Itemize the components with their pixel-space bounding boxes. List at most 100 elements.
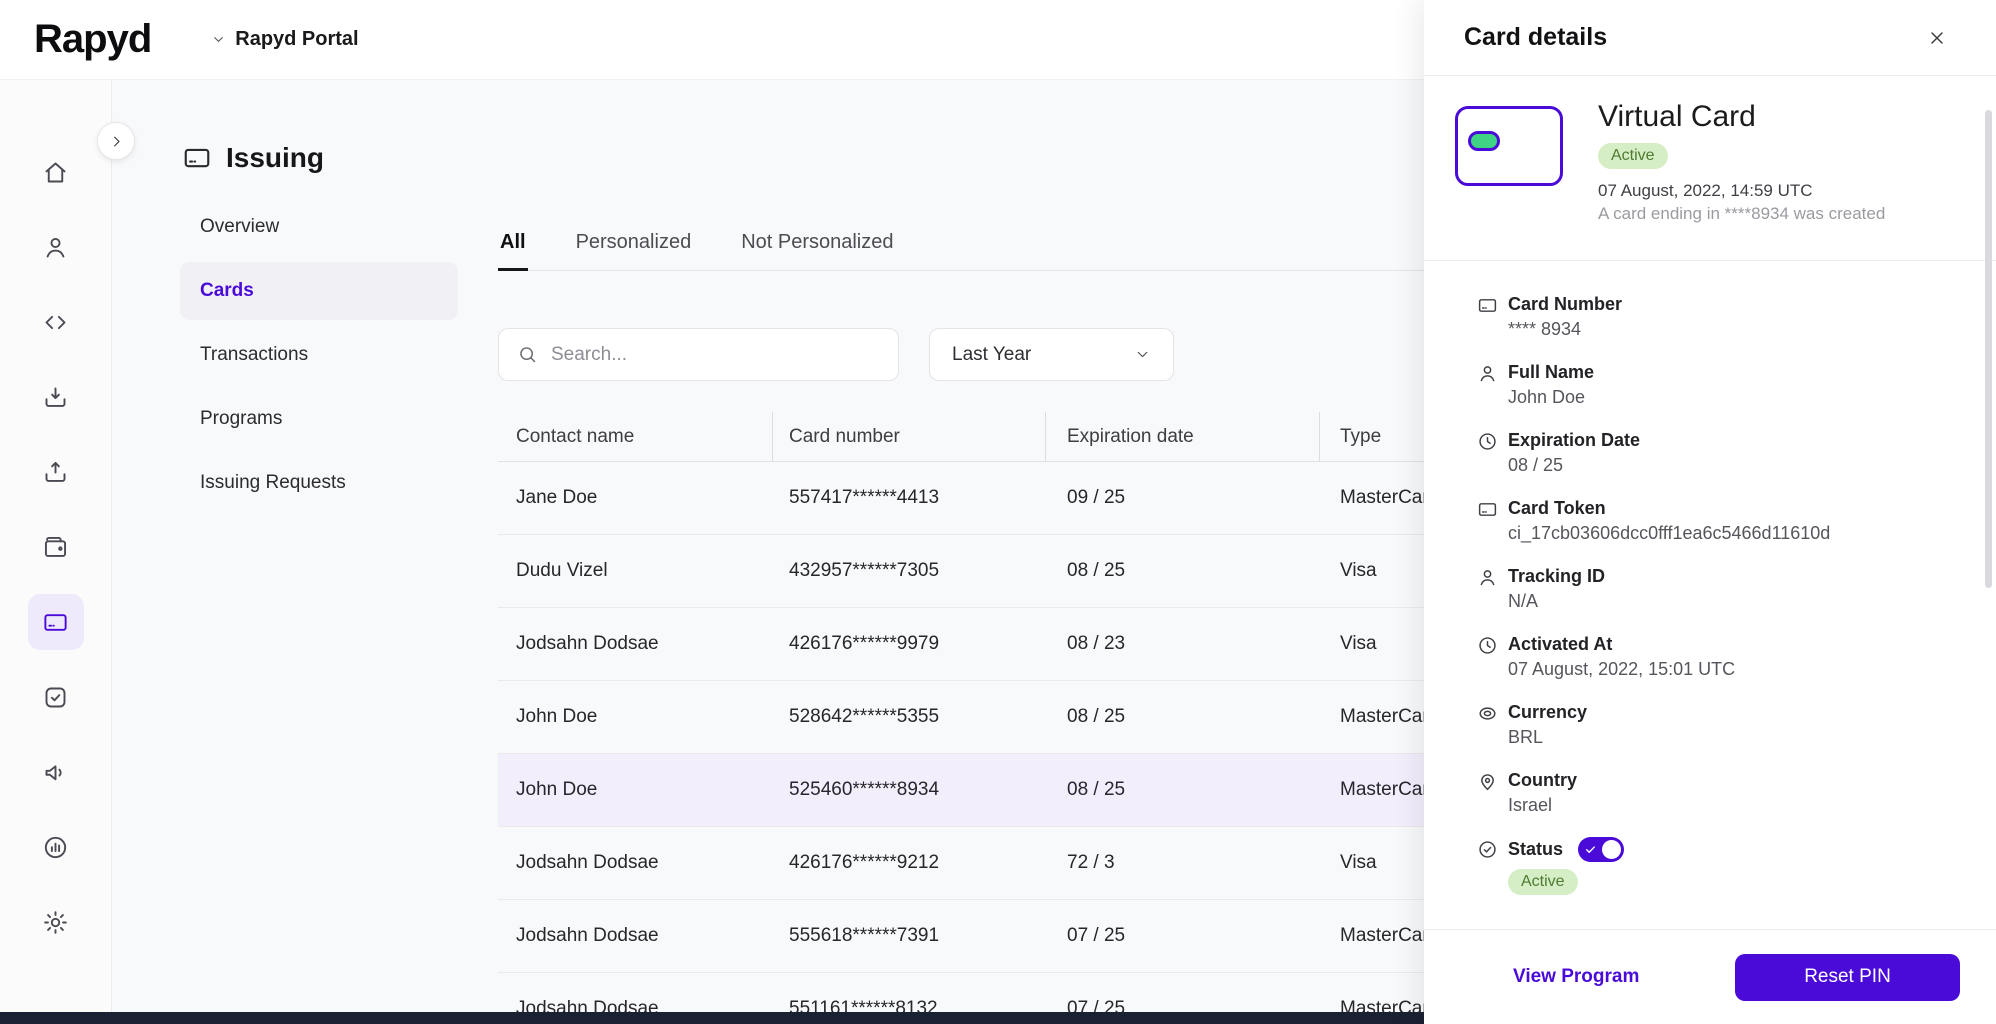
card-chip xyxy=(1468,131,1500,151)
cell-contact-name: John Doe xyxy=(516,706,598,727)
chevron-down-icon xyxy=(1137,351,1148,358)
search-icon xyxy=(520,347,536,363)
main-content: Issuing Overview Cards Transactions Prog… xyxy=(112,80,1424,1024)
tab-not-personalized[interactable]: Not Personalized xyxy=(739,214,895,270)
user-icon xyxy=(1477,361,1508,410)
date-filter-value: Last Year xyxy=(952,343,1032,365)
chevron-down-icon xyxy=(214,37,224,42)
card-created-note: A card ending in ****8934 was created xyxy=(1598,204,1886,223)
check-icon xyxy=(1586,846,1596,853)
sidebar xyxy=(0,80,112,1024)
table-row[interactable]: Jane Doe 557417******4413 09 / 25 Master… xyxy=(498,462,1424,535)
table-row[interactable]: Dudu Vizel 432957******7305 08 / 25 Visa xyxy=(498,535,1424,608)
card-icon xyxy=(1477,497,1508,546)
subnav-item-transactions[interactable]: Transactions xyxy=(180,326,458,384)
toggle-knob xyxy=(1602,840,1622,859)
subnav-item-issuing-requests[interactable]: Issuing Requests xyxy=(180,454,458,512)
reset-pin-button[interactable]: Reset PIN xyxy=(1735,953,1960,1001)
issuing-subnav: Overview Cards Transactions Programs Iss… xyxy=(180,198,458,518)
cell-contact-name: Jodsahn Dodsae xyxy=(516,852,659,873)
cell-expiration-date: 09 / 25 xyxy=(1067,487,1126,508)
bar-chart-icon[interactable] xyxy=(28,819,84,875)
inbox-down-icon[interactable] xyxy=(28,369,84,425)
detail-card-token: Card Token ci_17cb03606dcc0fff1ea6c5466d1… xyxy=(1477,497,1956,546)
status-toggle[interactable] xyxy=(1578,837,1625,862)
table-row[interactable]: Jodsahn Dodsae 426176******9212 72 / 3 V… xyxy=(498,827,1424,900)
code-icon[interactable] xyxy=(28,294,84,350)
chevron-right-icon xyxy=(113,136,120,146)
detail-tracking-id: Tracking ID N/A xyxy=(1477,565,1956,614)
card-icon[interactable] xyxy=(27,594,84,650)
cards-table: Contact name Card number Expiration date… xyxy=(498,412,1424,1024)
sidebar-expand-button[interactable] xyxy=(97,122,135,160)
close-button[interactable] xyxy=(1922,23,1952,53)
card-details-list: Card Number **** 8934 Full Name John Doe E… xyxy=(1424,261,1996,895)
cell-type: Visa xyxy=(1340,633,1377,654)
cell-card-number: 528642******5355 xyxy=(789,706,940,727)
card-details-drawer: Card details Virtual Card Active 07 Augu… xyxy=(1424,0,1996,1024)
table-row-selected[interactable]: John Doe 525460******8934 08 / 25 Master… xyxy=(498,754,1424,827)
detail-currency: Currency BRL xyxy=(1477,701,1956,750)
drawer-title: Card details xyxy=(1464,23,1608,51)
user-icon xyxy=(1477,565,1508,614)
cell-card-number: 557417******4413 xyxy=(789,487,940,508)
home-icon[interactable] xyxy=(28,144,84,200)
subnav-item-programs[interactable]: Programs xyxy=(180,390,458,448)
wallet-icon[interactable] xyxy=(28,519,84,575)
check-circle-icon xyxy=(1477,837,1508,895)
table-row[interactable]: Jodsahn Dodsae 426176******9979 08 / 23 … xyxy=(498,608,1424,681)
tab-personalized[interactable]: Personalized xyxy=(574,214,694,270)
cell-contact-name: John Doe xyxy=(516,779,598,800)
subnav-item-cards[interactable]: Cards xyxy=(180,262,458,320)
cell-expiration-date: 07 / 25 xyxy=(1067,925,1126,946)
cell-type: Visa xyxy=(1340,560,1377,581)
status-badge: Active xyxy=(1598,143,1668,169)
clock-icon xyxy=(1477,429,1508,478)
table-row[interactable]: Jodsahn Dodsae 555618******7391 07 / 25 … xyxy=(498,900,1424,973)
shield-check-icon[interactable] xyxy=(28,669,84,725)
cell-card-number: 426176******9979 xyxy=(789,633,940,654)
map-pin-icon xyxy=(1477,769,1508,818)
cell-expiration-date: 08 / 25 xyxy=(1067,706,1126,727)
subnav-item-overview[interactable]: Overview xyxy=(180,198,458,256)
cell-contact-name: Jodsahn Dodsae xyxy=(516,925,659,946)
view-program-button[interactable]: View Program xyxy=(1513,966,1639,988)
cell-type: Visa xyxy=(1340,852,1377,873)
card-created-at: 07 August, 2022, 14:59 UTC xyxy=(1598,181,1813,200)
table-header: Contact name Card number Expiration date… xyxy=(498,412,1424,462)
table-row[interactable]: John Doe 528642******5355 08 / 25 Master… xyxy=(498,681,1424,754)
inbox-up-icon[interactable] xyxy=(28,444,84,500)
date-filter-select[interactable]: Last Year xyxy=(929,328,1174,381)
card-name: Virtual Card xyxy=(1598,100,1756,133)
cell-type: MasterCard xyxy=(1340,487,1424,508)
tab-all[interactable]: All xyxy=(498,214,528,271)
drawer-header: Card details xyxy=(1424,0,1996,76)
search-box xyxy=(498,328,899,381)
search-input[interactable] xyxy=(551,343,880,366)
detail-country: Country Israel xyxy=(1477,769,1956,818)
rapyd-logo[interactable]: Rapyd xyxy=(34,17,152,62)
card-icon xyxy=(1477,293,1508,342)
cell-contact-name: Jane Doe xyxy=(516,487,598,508)
megaphone-icon[interactable] xyxy=(28,744,84,800)
column-header-contact-name: Contact name xyxy=(498,412,773,461)
card-icon xyxy=(184,148,210,168)
card-profile: Virtual Card Active 07 August, 2022, 14:… xyxy=(1424,76,1996,261)
bottom-bar xyxy=(0,1012,1424,1024)
cell-expiration-date: 08 / 25 xyxy=(1067,560,1126,581)
drawer-scrollbar[interactable] xyxy=(1985,110,1992,588)
detail-card-number: Card Number **** 8934 xyxy=(1477,293,1956,342)
coin-icon xyxy=(1477,701,1508,750)
cell-type: MasterCard xyxy=(1340,925,1424,946)
detail-activated-at: Activated At 07 August, 2022, 15:01 UTC xyxy=(1477,633,1956,682)
cell-card-number: 426176******9212 xyxy=(789,852,940,873)
status-badge: Active xyxy=(1508,869,1578,895)
gear-icon[interactable] xyxy=(28,894,84,950)
user-icon[interactable] xyxy=(28,219,84,275)
column-header-type: Type xyxy=(1340,425,1382,447)
drawer-footer: View Program Reset PIN xyxy=(1424,929,1996,1024)
issuing-title: Issuing xyxy=(226,142,325,173)
rapyd-portal-page: Rapyd Rapyd Portal Issuing Overview Card… xyxy=(0,0,1996,1024)
portal-switcher[interactable]: Rapyd Portal xyxy=(211,28,359,51)
portal-label: Rapyd Portal xyxy=(235,28,359,50)
